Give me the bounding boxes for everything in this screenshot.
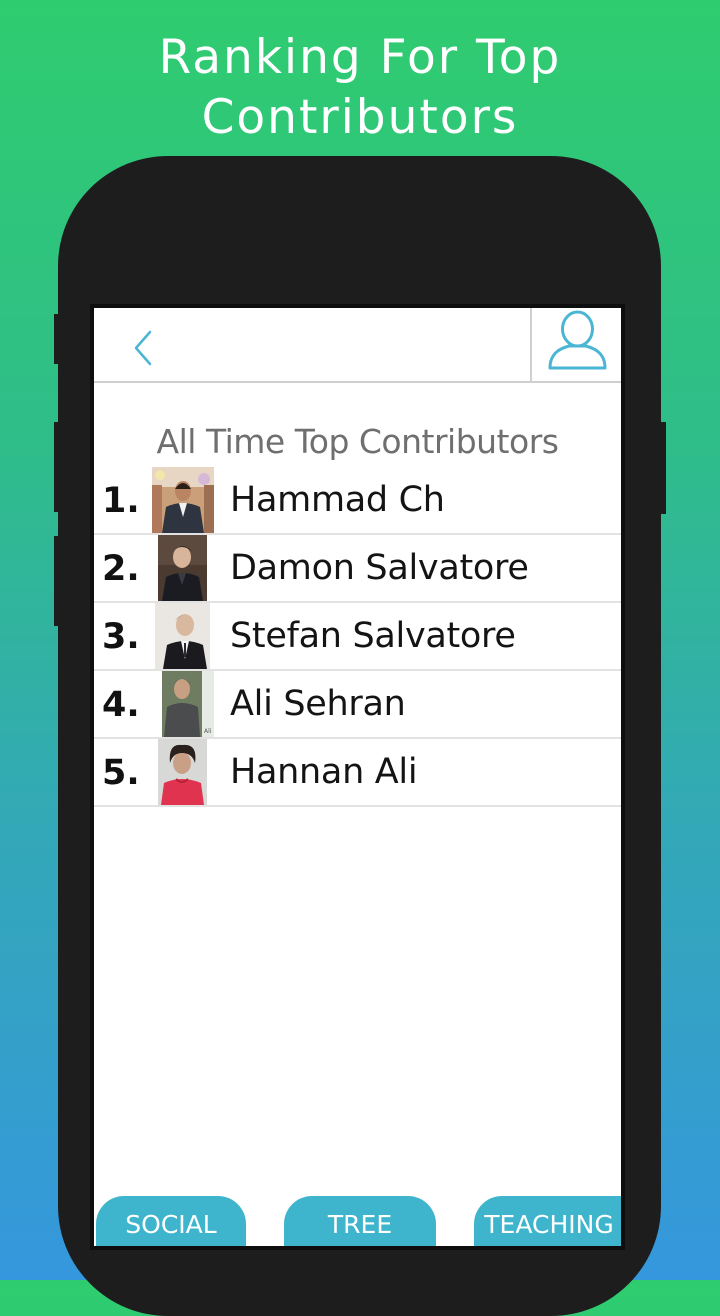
contributor-row-5[interactable]: 5. Hannan Ali xyxy=(94,739,621,807)
user-profile-icon xyxy=(548,310,607,370)
phone-side-button-volume-up xyxy=(54,422,62,512)
phone-side-button-mute xyxy=(54,314,62,364)
phone-side-button-volume-down xyxy=(54,536,62,626)
contributor-name: Hannan Ali xyxy=(230,752,418,792)
contributors-list: 1. Hammad Ch 2. Damon Salvatore 3. Stefa… xyxy=(94,467,621,807)
tab-teaching[interactable]: TEACHING xyxy=(474,1196,621,1246)
tab-tree[interactable]: TREE xyxy=(284,1196,436,1246)
profile-button[interactable] xyxy=(530,308,621,381)
contributor-row-2[interactable]: 2. Damon Salvatore xyxy=(94,535,621,603)
contributor-row-4[interactable]: 4. Ali Ali Sehran xyxy=(94,671,621,739)
contributor-row-1[interactable]: 1. Hammad Ch xyxy=(94,467,621,535)
rank-number: 5. xyxy=(102,753,140,793)
avatar: Ali xyxy=(162,671,214,737)
avatar xyxy=(158,535,207,601)
rank-number: 1. xyxy=(102,481,140,521)
contributor-name: Stefan Salvatore xyxy=(230,616,516,656)
chevron-left-icon xyxy=(134,330,152,366)
rank-number: 2. xyxy=(102,549,140,589)
avatar xyxy=(158,739,207,805)
phone-side-button-power xyxy=(658,422,666,514)
tab-social[interactable]: SOCIAL xyxy=(96,1196,246,1246)
rank-number: 4. xyxy=(102,685,140,725)
svg-text:Ali: Ali xyxy=(204,728,212,735)
contributor-name: Damon Salvatore xyxy=(230,548,529,588)
avatar xyxy=(152,467,214,533)
avatar xyxy=(155,603,210,669)
banner-title: Ranking For Top Contributors xyxy=(158,30,562,145)
app-screen: All Time Top Contributors 1. Hammad Ch 2… xyxy=(90,304,625,1250)
top-bar xyxy=(94,308,621,383)
rank-number: 3. xyxy=(102,617,140,657)
back-button[interactable] xyxy=(124,328,164,368)
contributor-name: Hammad Ch xyxy=(230,480,445,520)
contributors-heading: All Time Top Contributors xyxy=(156,422,559,461)
contributor-row-3[interactable]: 3. Stefan Salvatore xyxy=(94,603,621,671)
contributor-name: Ali Sehran xyxy=(230,684,406,724)
